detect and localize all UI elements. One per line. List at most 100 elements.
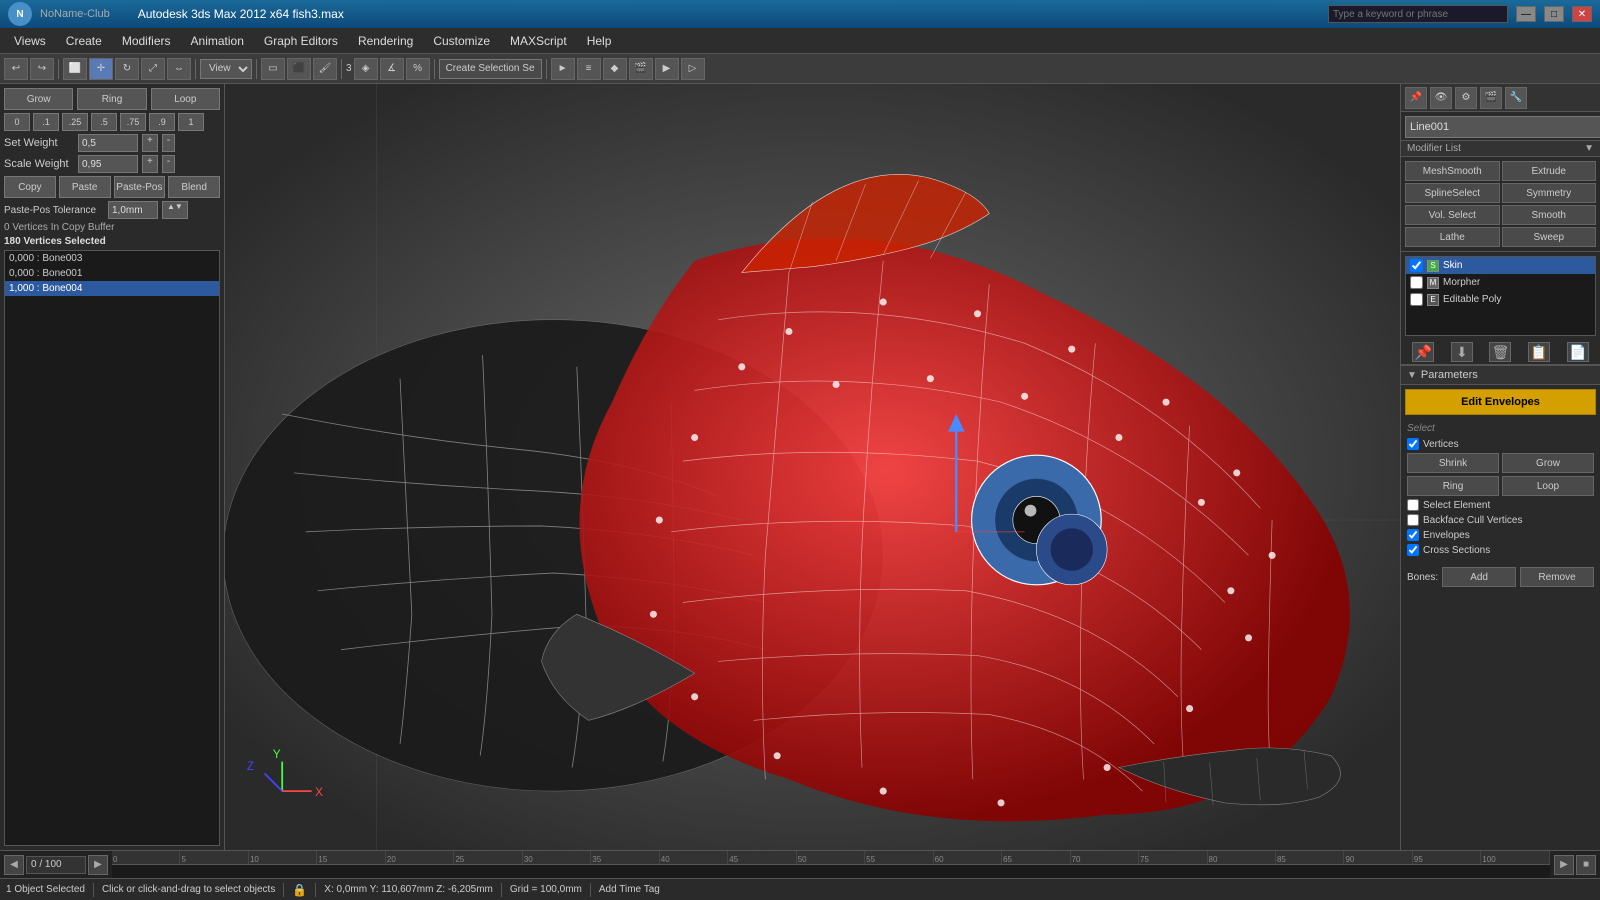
tolerance-spinner[interactable]: ▲▼ xyxy=(162,201,188,219)
material-button[interactable]: ◆ xyxy=(603,58,627,80)
sweep-button[interactable]: Sweep xyxy=(1502,227,1597,247)
copy-button[interactable]: Copy xyxy=(4,176,56,198)
show-result-button[interactable]: 👁 xyxy=(1430,87,1452,109)
menu-modifiers[interactable]: Modifiers xyxy=(112,32,181,50)
envelopes-checkbox[interactable] xyxy=(1407,529,1419,541)
search-input[interactable] xyxy=(1328,5,1508,23)
percent-snap-button[interactable]: % xyxy=(406,58,430,80)
paint-selection-button[interactable]: 🖌 xyxy=(313,58,337,80)
ring-button[interactable]: Ring xyxy=(77,88,146,110)
stop-button[interactable]: ■ xyxy=(1576,855,1596,875)
snap-toggle-button[interactable]: ◈ xyxy=(354,58,378,80)
render-setup-button[interactable]: 🎬 xyxy=(629,58,653,80)
timeline-right-button[interactable]: ▶ xyxy=(88,855,108,875)
morpher-modifier[interactable]: M Morpher xyxy=(1406,274,1595,291)
spline-select-button[interactable]: SplineSelect xyxy=(1405,183,1500,203)
play-button[interactable]: ▶ xyxy=(1554,855,1574,875)
mirror-button[interactable]: ⇔ xyxy=(167,58,191,80)
paste-button[interactable]: Paste xyxy=(59,176,111,198)
paste-tolerance-input[interactable] xyxy=(108,201,158,219)
lathe-button[interactable]: Lathe xyxy=(1405,227,1500,247)
pin-stack-button[interactable]: 📌 xyxy=(1405,87,1427,109)
vol-select-button[interactable]: Vol. Select xyxy=(1405,205,1500,225)
preset-0[interactable]: 0 xyxy=(4,113,30,131)
named-selection-button[interactable]: ► xyxy=(551,58,575,80)
blend-button[interactable]: Blend xyxy=(168,176,220,198)
menu-help[interactable]: Help xyxy=(577,32,622,50)
preset-2[interactable]: .25 xyxy=(62,113,88,131)
window-crossing-button[interactable]: ⬛ xyxy=(287,58,311,80)
select-rotate-button[interactable]: ↻ xyxy=(115,58,139,80)
config-button[interactable]: ⚙ xyxy=(1455,87,1477,109)
track-view-button[interactable]: ≡ xyxy=(577,58,601,80)
pin-modifier-button[interactable]: 📌 xyxy=(1412,342,1434,362)
preset-1[interactable]: .1 xyxy=(33,113,59,131)
close-button[interactable]: ✕ xyxy=(1572,6,1592,22)
create-selection-button[interactable]: Create Selection Se xyxy=(439,59,542,79)
modifier-list-label[interactable]: Modifier List ▼ xyxy=(1401,140,1600,157)
set-weight-decrement[interactable]: - xyxy=(162,134,175,152)
cross-sections-checkbox[interactable] xyxy=(1407,544,1419,556)
render-button[interactable]: 🎬 xyxy=(1480,87,1502,109)
bone-item-0[interactable]: 0,000 : Bone003 xyxy=(5,251,219,266)
menu-rendering[interactable]: Rendering xyxy=(348,32,423,50)
set-weight-input[interactable] xyxy=(78,134,138,152)
preset-4[interactable]: .75 xyxy=(120,113,146,131)
loop-button-r[interactable]: Loop xyxy=(1502,476,1594,496)
edit-envelopes-button[interactable]: Edit Envelopes xyxy=(1405,389,1596,415)
skin-modifier[interactable]: S Skin xyxy=(1406,257,1595,274)
delete-modifier-button[interactable]: 🗑 xyxy=(1489,342,1511,362)
render-button[interactable]: ▶ xyxy=(655,58,679,80)
select-move-button[interactable]: ✛ xyxy=(89,58,113,80)
menu-graph-editors[interactable]: Graph Editors xyxy=(254,32,348,50)
select-scale-button[interactable]: ⤢ xyxy=(141,58,165,80)
scale-weight-increment[interactable]: + xyxy=(142,155,158,173)
grow-button[interactable]: Grow xyxy=(4,88,73,110)
skin-visibility[interactable] xyxy=(1410,259,1423,272)
preset-6[interactable]: 1 xyxy=(178,113,204,131)
maximize-button[interactable]: □ xyxy=(1544,6,1564,22)
mesh-smooth-button[interactable]: MeshSmooth xyxy=(1405,161,1500,181)
angle-snap-button[interactable]: ∡ xyxy=(380,58,404,80)
utilities-button[interactable]: 🔧 xyxy=(1505,87,1527,109)
render-prod-button[interactable]: ▷ xyxy=(681,58,705,80)
object-name-input[interactable] xyxy=(1405,116,1600,138)
vertices-checkbox[interactable] xyxy=(1407,438,1419,450)
redo-button[interactable]: ↪ xyxy=(30,58,54,80)
smooth-button[interactable]: Smooth xyxy=(1502,205,1597,225)
paste-modifier-button[interactable]: 📄 xyxy=(1567,342,1589,362)
3d-scene[interactable]: X Y Z xyxy=(225,84,1400,850)
bone-item-2[interactable]: 1,000 : Bone004 xyxy=(5,281,219,296)
shrink-button[interactable]: Shrink xyxy=(1407,453,1499,473)
timeline-track[interactable]: 0 5 10 15 20 25 30 35 40 45 50 55 60 65 … xyxy=(112,851,1550,878)
scale-weight-input[interactable] xyxy=(78,155,138,173)
ring-button-r[interactable]: Ring xyxy=(1407,476,1499,496)
scale-weight-decrement[interactable]: - xyxy=(162,155,175,173)
add-bone-button[interactable]: Add xyxy=(1442,567,1516,587)
set-weight-increment[interactable]: + xyxy=(142,134,158,152)
viewport[interactable]: [ Perspective ] xyxy=(225,84,1400,850)
preset-5[interactable]: .9 xyxy=(149,113,175,131)
morpher-visibility[interactable] xyxy=(1410,276,1423,289)
backface-checkbox[interactable] xyxy=(1407,514,1419,526)
select-region-button[interactable]: ▭ xyxy=(261,58,285,80)
menu-maxscript[interactable]: MAXScript xyxy=(500,32,577,50)
bone-item-1[interactable]: 0,000 : Bone001 xyxy=(5,266,219,281)
collapse-button[interactable]: ⬇ xyxy=(1451,342,1473,362)
epoly-visibility[interactable] xyxy=(1410,293,1423,306)
extrude-button[interactable]: Extrude xyxy=(1502,161,1597,181)
timeline-left-button[interactable]: ◀ xyxy=(4,855,24,875)
select-element-checkbox[interactable] xyxy=(1407,499,1419,511)
menu-animation[interactable]: Animation xyxy=(181,32,254,50)
copy-modifier-button[interactable]: 📋 xyxy=(1528,342,1550,362)
editable-poly-modifier[interactable]: E Editable Poly xyxy=(1406,291,1595,308)
reference-coord-select[interactable]: View xyxy=(200,59,252,79)
loop-button[interactable]: Loop xyxy=(151,88,220,110)
paste-pos-button[interactable]: Paste-Pos xyxy=(114,176,166,198)
grow-button-r[interactable]: Grow xyxy=(1502,453,1594,473)
remove-bone-button[interactable]: Remove xyxy=(1520,567,1594,587)
preset-3[interactable]: .5 xyxy=(91,113,117,131)
params-collapse-button[interactable]: ▼ xyxy=(1407,370,1417,381)
bone-list[interactable]: 0,000 : Bone003 0,000 : Bone001 1,000 : … xyxy=(4,250,220,846)
modifier-stack[interactable]: S Skin M Morpher E Editable Poly xyxy=(1405,256,1596,336)
